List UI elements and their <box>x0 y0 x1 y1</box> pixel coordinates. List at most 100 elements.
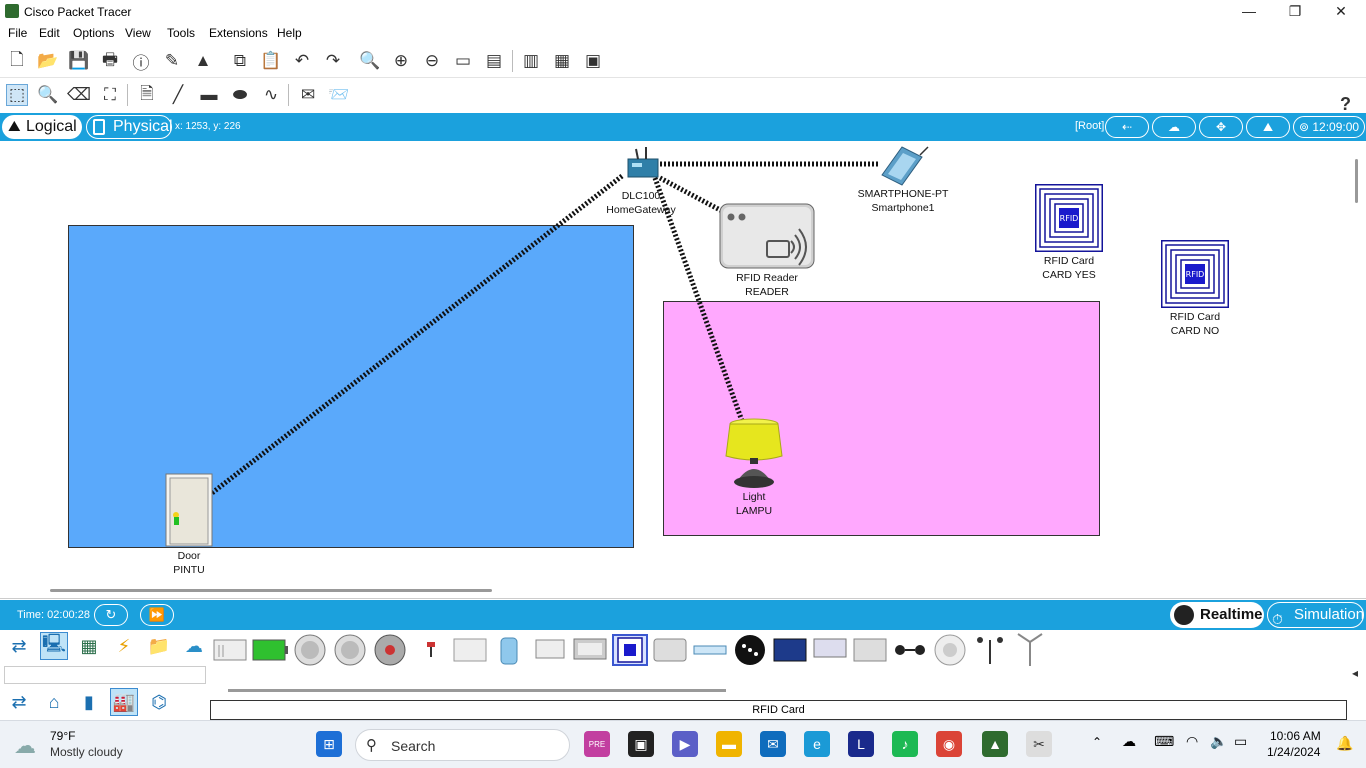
minimize-button[interactable]: — <box>1226 0 1272 24</box>
menu-view[interactable]: View <box>125 26 151 40</box>
rectangle-icon[interactable]: ▬ <box>198 84 220 106</box>
chat-icon[interactable]: ▶ <box>672 731 698 757</box>
simulation-button[interactable]: ⏱ Simulation <box>1267 602 1364 628</box>
taskbar-time[interactable]: 10:06 AM <box>1270 729 1321 743</box>
screenshot-icon[interactable]: ▣ <box>582 50 604 72</box>
palette-webcam-icon[interactable] <box>892 634 928 666</box>
complex-pdu-icon[interactable]: 📨 <box>328 84 350 106</box>
cluster-icon[interactable]: ▦ <box>551 50 573 72</box>
custom-devices-icon[interactable]: ▤ <box>483 50 505 72</box>
palette-radiator-icon[interactable] <box>452 634 488 666</box>
palette-wind-turbine-icon[interactable] <box>1012 633 1048 666</box>
copy-icon[interactable]: ⧉ <box>229 50 251 72</box>
save-icon[interactable]: 💾 <box>68 50 90 72</box>
sub-power-grid-icon[interactable]: ⌬ <box>145 688 173 716</box>
mail-icon[interactable]: ✉ <box>760 731 786 757</box>
menu-edit[interactable]: Edit <box>39 26 60 40</box>
undo-icon[interactable]: ↶ <box>291 50 313 72</box>
door-device[interactable] <box>165 473 213 547</box>
note-icon[interactable]: 🗎 <box>136 84 158 106</box>
palette-battery-icon[interactable] <box>252 634 288 666</box>
menu-options[interactable]: Options <box>73 26 114 40</box>
palette-collapse-icon[interactable]: ◂ <box>1352 666 1358 680</box>
keyboard-icon[interactable]: ⌨ <box>1154 733 1174 750</box>
miscellaneous-icon[interactable]: 📁 <box>145 632 173 660</box>
l-app-icon[interactable]: L <box>848 731 874 757</box>
maximize-button[interactable]: ❐ <box>1272 0 1318 24</box>
snipping-tool-icon[interactable]: ✂ <box>1026 731 1052 757</box>
menu-extensions[interactable]: Extensions <box>209 26 268 40</box>
taskbar-date[interactable]: 1/24/2024 <box>1267 745 1320 759</box>
palette-sensor-icon[interactable] <box>412 634 448 666</box>
tray-chevron-icon[interactable]: ⌃ <box>1092 735 1102 749</box>
palette-thermostat-icon[interactable] <box>852 634 888 666</box>
drawing-palette-icon[interactable]: ▭ <box>452 50 474 72</box>
spotify-icon[interactable]: ♪ <box>892 731 918 757</box>
resize-icon[interactable]: ⛶ <box>99 84 121 106</box>
components-icon[interactable]: ▦ <box>75 632 103 660</box>
tab-physical[interactable]: Physical <box>86 115 173 139</box>
palette-rfid-reader-icon[interactable] <box>652 634 688 666</box>
file-explorer-icon[interactable]: ▬ <box>716 731 742 757</box>
palette-speaker-icon[interactable] <box>732 634 768 666</box>
sub-industrial-icon[interactable]: 🏭 <box>110 688 138 716</box>
volume-icon[interactable]: 🔈 <box>1210 733 1227 750</box>
logical-canvas[interactable]: DLC100 HomeGateway SMARTPHONE-PT Smartphon… <box>0 141 1366 599</box>
sub-network-icon[interactable]: ⇄ <box>5 688 33 716</box>
packet-tracer-taskbar-icon[interactable]: ▲ <box>982 731 1008 757</box>
connections-icon[interactable]: ⚡ <box>110 632 138 660</box>
line-icon[interactable]: ╱ <box>167 84 189 106</box>
copilot-icon[interactable]: PRE <box>584 731 610 757</box>
palette-co-detector-icon[interactable] <box>292 634 328 666</box>
palette-lcd-icon[interactable] <box>532 634 568 666</box>
viewport-icon[interactable]: ▥ <box>520 50 542 72</box>
palette-wind-sensor-icon[interactable] <box>972 634 1008 666</box>
palette-scrollbar[interactable] <box>228 689 726 692</box>
network-info-icon[interactable]: ▲ <box>192 50 214 72</box>
palette-solar-panel-icon[interactable] <box>772 634 808 666</box>
palette-strip-icon[interactable] <box>692 634 728 666</box>
simple-pdu-icon[interactable]: ✉ <box>297 84 319 106</box>
gateway-device[interactable] <box>624 145 660 187</box>
palette-rfid-card-icon[interactable] <box>612 634 648 666</box>
fast-forward-button[interactable]: ⏩ <box>140 604 174 626</box>
palette-siren-icon[interactable] <box>372 634 408 666</box>
power-cycle-button[interactable]: ↻ <box>94 604 128 626</box>
battery-icon[interactable]: ▭ <box>1234 733 1247 750</box>
info-icon[interactable]: ⓘ <box>130 50 152 73</box>
zoom-reset-icon[interactable]: ⊕ <box>390 50 412 72</box>
back-button[interactable]: ⇠ <box>1105 116 1149 138</box>
palette-humidifier-icon[interactable] <box>492 634 528 666</box>
print-icon[interactable]: 🖶 <box>99 50 121 72</box>
category-search-field[interactable] <box>4 666 206 684</box>
canvas-vertical-scrollbar[interactable] <box>1355 159 1358 203</box>
paste-icon[interactable]: 📋 <box>260 50 282 72</box>
redo-icon[interactable]: ↷ <box>322 50 344 72</box>
smartphone-device[interactable] <box>874 145 932 187</box>
new-cluster-icon[interactable]: ☁ <box>1152 116 1196 138</box>
end-devices-icon[interactable]: 🖳 <box>40 632 68 660</box>
clock-pill[interactable]: ⊚ 12:09:00 <box>1293 116 1365 138</box>
canvas-horizontal-scrollbar[interactable] <box>50 589 492 592</box>
ellipse-icon[interactable]: ⬬ <box>229 84 251 106</box>
start-icon[interactable]: ⊞ <box>316 731 342 757</box>
menu-tools[interactable]: Tools <box>167 26 195 40</box>
palette-smoke-detector-icon[interactable] <box>932 634 968 666</box>
edge-icon[interactable]: e <box>804 731 830 757</box>
tab-logical[interactable]: ⛰ Logical <box>2 115 82 139</box>
root-label[interactable]: [Root] <box>1075 120 1104 132</box>
palette-tv-icon[interactable] <box>812 634 848 666</box>
new-file-icon[interactable]: 🗋 <box>6 50 28 72</box>
onedrive-icon[interactable]: ☁ <box>1122 733 1136 750</box>
move-object-icon[interactable]: ✥ <box>1199 116 1243 138</box>
network-devices-icon[interactable]: ⇄ <box>5 632 33 660</box>
freeform-icon[interactable]: ∿ <box>260 84 282 106</box>
notifications-icon[interactable]: 🔔 <box>1336 735 1353 752</box>
wifi-icon[interactable]: ◠ <box>1186 733 1198 750</box>
chrome-icon[interactable]: ◉ <box>936 731 962 757</box>
rfid-reader-device[interactable] <box>719 203 815 269</box>
zoom-in-icon[interactable]: 🔍 <box>359 50 381 72</box>
menu-file[interactable]: File <box>8 26 27 40</box>
zoom-out-icon[interactable]: ⊖ <box>421 50 443 72</box>
menu-help[interactable]: Help <box>277 26 302 40</box>
